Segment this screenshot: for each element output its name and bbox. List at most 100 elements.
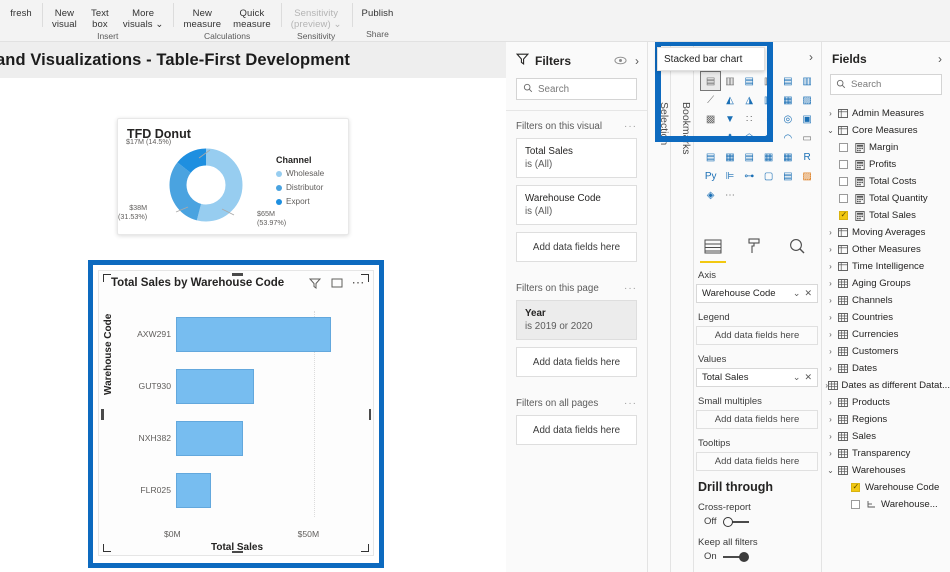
fields-tree[interactable]: › Admin Measures ⌄ Core Measures Margin Profi… bbox=[822, 105, 950, 513]
donut-legend-item[interactable]: Export bbox=[276, 197, 324, 206]
chevron-right-icon[interactable]: › bbox=[635, 54, 639, 68]
resize-handle-bottom-right[interactable] bbox=[361, 544, 369, 552]
fields-tab[interactable] bbox=[700, 232, 726, 263]
filter-drop-zone[interactable]: Add data fields here bbox=[516, 232, 637, 262]
chevron-down-icon[interactable]: ⌄ bbox=[793, 288, 801, 299]
smart-narrative-icon[interactable]: ▤ bbox=[778, 167, 797, 185]
new-measure-button[interactable]: New measure bbox=[177, 0, 227, 30]
fields-tree-item[interactable]: › Other Measures bbox=[825, 241, 950, 258]
filter-card[interactable]: Warehouse Code is (All) bbox=[516, 185, 637, 225]
area-chart-icon[interactable]: ◭ bbox=[720, 91, 739, 109]
fields-tree-item[interactable]: › Transparency bbox=[825, 445, 950, 462]
scatter-chart-icon[interactable]: ∷ bbox=[740, 110, 759, 128]
ribbon-chart-icon[interactable]: ▨ bbox=[797, 91, 816, 109]
text-box-button[interactable]: Text box bbox=[83, 0, 117, 30]
shape-map-icon[interactable]: ⬠ bbox=[740, 129, 759, 147]
publish-button[interactable]: Publish bbox=[356, 0, 400, 20]
bar-segment[interactable] bbox=[176, 317, 331, 352]
well-field-chip[interactable]: Total Sales ⌄ ✕ bbox=[696, 368, 818, 387]
key-influencers-icon[interactable]: ⊫ bbox=[720, 167, 739, 185]
fields-tree-item[interactable]: Warehouse... bbox=[825, 496, 950, 513]
arcgis-map-icon[interactable]: ➤ bbox=[759, 129, 778, 147]
fields-tree-item[interactable]: › Dates bbox=[825, 360, 950, 377]
well-drop-zone[interactable]: Add data fields here bbox=[696, 410, 818, 429]
stacked-area-chart-icon[interactable]: ◮ bbox=[740, 91, 759, 109]
filled-map-icon[interactable]: ❖ bbox=[720, 129, 739, 147]
donut-visual[interactable]: TFD Donut $17M (14.5%) $38M (31.53%) $65… bbox=[117, 118, 349, 235]
chevron-right-icon[interactable]: › bbox=[825, 245, 836, 254]
drill-toggle-row[interactable]: Off bbox=[704, 516, 818, 527]
visual-config-tabs[interactable] bbox=[700, 232, 818, 263]
qna-visual-icon[interactable]: ▢ bbox=[759, 167, 778, 185]
well-drop-zone[interactable]: Add data fields here bbox=[696, 452, 818, 471]
drill-toggle-switch[interactable] bbox=[722, 551, 749, 562]
quick-measure-button[interactable]: Quick measure bbox=[227, 0, 277, 30]
donut-chart[interactable] bbox=[166, 145, 246, 225]
refresh-button[interactable]: fresh bbox=[4, 0, 38, 20]
remove-field-icon[interactable]: ✕ bbox=[804, 372, 812, 383]
fields-tree-item[interactable]: › Countries bbox=[825, 309, 950, 326]
multi-row-card-icon[interactable]: ▤ bbox=[701, 148, 720, 166]
map-icon[interactable]: ◕ bbox=[701, 129, 720, 147]
chevron-right-icon[interactable]: › bbox=[825, 364, 836, 373]
eye-icon[interactable] bbox=[614, 52, 627, 70]
resize-handle-bottom-left[interactable] bbox=[103, 544, 111, 552]
chevron-right-icon[interactable]: › bbox=[825, 228, 836, 237]
bar-segment[interactable] bbox=[176, 473, 211, 508]
get-more-visuals-icon[interactable]: ⋯ bbox=[720, 186, 739, 204]
chevron-right-icon[interactable]: › bbox=[825, 313, 836, 322]
waterfall-chart-icon[interactable]: ▩ bbox=[701, 110, 720, 128]
new-visual-button[interactable]: New visual bbox=[46, 0, 83, 30]
drill-toggle-row[interactable]: On bbox=[704, 551, 818, 562]
field-checkbox[interactable] bbox=[839, 143, 848, 152]
fields-tree-item[interactable]: › Currencies bbox=[825, 326, 950, 343]
clustered-column-chart-icon[interactable]: ▥ bbox=[759, 72, 778, 90]
gauge-icon[interactable]: ◠ bbox=[778, 129, 797, 147]
fields-tree-item[interactable]: ⌄ Warehouses bbox=[825, 462, 950, 479]
visualizations-pane[interactable]: Selection Bookmarks ‹ ations › ▤▥▤▥▤▥⟋◭◮… bbox=[648, 42, 822, 572]
fields-tree-item[interactable]: Profits bbox=[825, 156, 950, 173]
fields-tree-item[interactable]: › Admin Measures bbox=[825, 105, 950, 122]
visual-type-gallery[interactable]: ▤ ▥ ▤ ▥ ▤ ▥ ⟋ ◭ ◮ ▥ ▦ ▨ ▩ ▼ ∷ ◔ ◎ ▣ ◕ ❖ ⬠ ➤ ◠ ▭ ▤ ▦ ▤ ▦ ▦ R Py ⊫ ⊶ ▢ ▤ ▨ ◈ ⋯ bbox=[699, 71, 817, 204]
resize-handle-top-right[interactable] bbox=[361, 274, 369, 282]
focus-mode-icon[interactable] bbox=[330, 276, 343, 289]
matrix-icon[interactable]: ▦ bbox=[778, 148, 797, 166]
well-field-chip[interactable]: Warehouse Code ⌄ ✕ bbox=[696, 284, 818, 303]
report-canvas[interactable]: TFD Donut $17M (14.5%) $38M (31.53%) $65… bbox=[0, 78, 506, 572]
card-icon[interactable]: ▭ bbox=[797, 129, 816, 147]
donut-legend-item[interactable]: Distributor bbox=[276, 183, 324, 192]
filter-icon[interactable] bbox=[308, 276, 321, 289]
bar-segment[interactable] bbox=[176, 421, 243, 456]
sidebar-tab-selection[interactable]: Selection bbox=[658, 102, 670, 222]
format-tab[interactable] bbox=[742, 232, 768, 260]
paginated-report-icon[interactable]: ▨ bbox=[797, 167, 816, 185]
resize-handle-right[interactable] bbox=[368, 409, 371, 420]
clustered-bar-chart-icon[interactable]: ▤ bbox=[740, 72, 759, 90]
donut-legend-item[interactable]: Wholesale bbox=[276, 169, 324, 178]
fields-tree-item[interactable]: Margin bbox=[825, 139, 950, 156]
chevron-right-icon[interactable]: › bbox=[825, 109, 836, 118]
funnel-chart-icon[interactable]: ▼ bbox=[720, 110, 739, 128]
chevron-right-icon[interactable]: › bbox=[825, 330, 836, 339]
filter-section-more-icon[interactable]: ··· bbox=[624, 398, 637, 409]
stacked-column-chart-icon[interactable]: ▥ bbox=[720, 72, 739, 90]
filter-section-more-icon[interactable]: ··· bbox=[624, 283, 637, 294]
decomposition-tree-icon[interactable]: ⊶ bbox=[740, 167, 759, 185]
hundred-stacked-column-icon[interactable]: ▥ bbox=[797, 72, 816, 90]
filter-section-more-icon[interactable]: ··· bbox=[624, 121, 637, 132]
kpi-icon[interactable]: ▦ bbox=[720, 148, 739, 166]
resize-handle-bottom[interactable] bbox=[232, 550, 243, 553]
filter-drop-zone[interactable]: Add data fields here bbox=[516, 415, 637, 445]
table-icon[interactable]: ▦ bbox=[759, 148, 778, 166]
chevron-right-icon[interactable]: › bbox=[825, 415, 836, 424]
stacked-bar-chart-icon[interactable]: ▤ bbox=[699, 71, 722, 91]
sidebar-tab-bookmarks[interactable]: Bookmarks bbox=[680, 102, 692, 222]
field-checkbox[interactable] bbox=[839, 194, 848, 203]
field-wells[interactable]: Axis Warehouse Code ⌄ ✕ Legend Add data field… bbox=[696, 270, 818, 572]
donut-chart-icon[interactable]: ◎ bbox=[778, 110, 797, 128]
chevron-right-icon[interactable]: › bbox=[825, 262, 836, 271]
field-checkbox[interactable] bbox=[839, 160, 848, 169]
chevron-right-icon-viz[interactable]: › bbox=[809, 50, 813, 64]
slicer-icon[interactable]: ▤ bbox=[740, 148, 759, 166]
filter-drop-zone[interactable]: Add data fields here bbox=[516, 347, 637, 377]
